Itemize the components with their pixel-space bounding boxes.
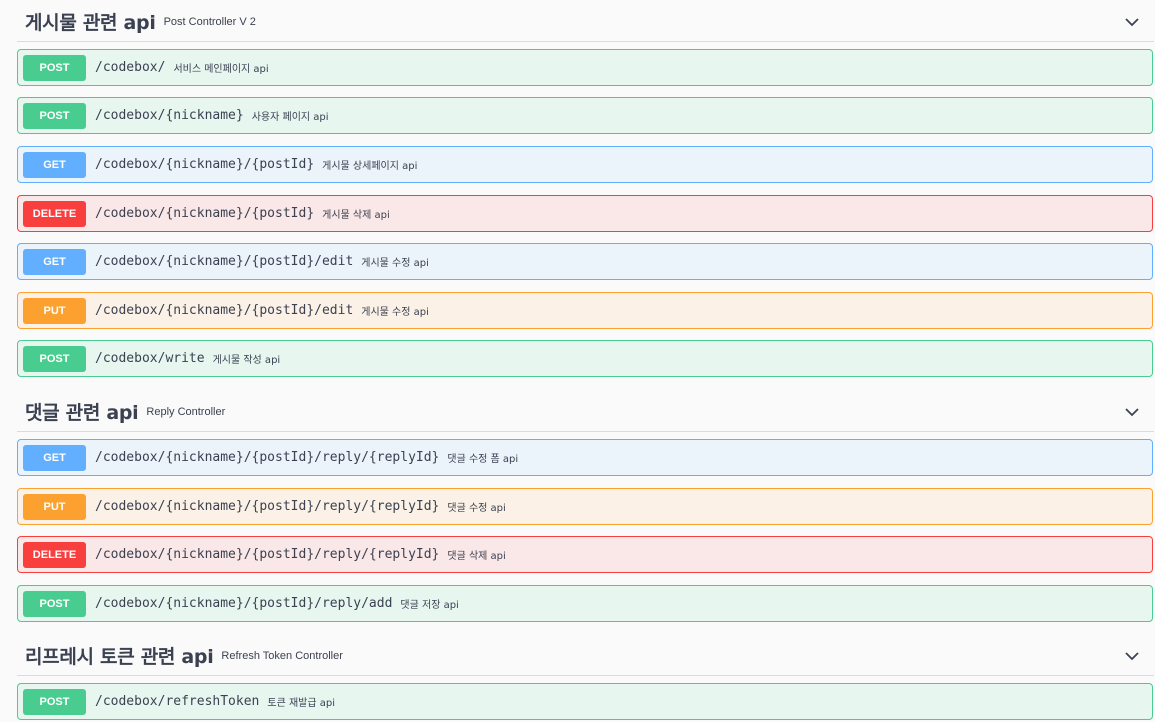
operation-summary: 댓글 삭제 api <box>447 551 506 562</box>
operation-summary: 게시물 수정 api <box>361 307 429 318</box>
section-header[interactable]: 게시물 관련 api Post Controller V 2 <box>17 2 1154 42</box>
operation-row[interactable]: POST /codebox/refreshToken 토큰 재발급 api <box>17 683 1153 720</box>
method-badge: GET <box>23 151 86 178</box>
method-badge: POST <box>23 102 86 129</box>
operation-summary: 댓글 수정 폼 api <box>447 454 519 465</box>
operation-path: /codebox/{nickname}/{postId}/edit <box>95 254 354 269</box>
operation-row[interactable]: POST /codebox/{nickname} 사용자 페이지 api <box>17 97 1153 134</box>
section-description: Refresh Token Controller <box>221 649 343 662</box>
chevron-down-icon[interactable] <box>1124 648 1140 664</box>
section-description: Reply Controller <box>146 405 226 418</box>
method-badge: GET <box>23 444 86 471</box>
method-badge: POST <box>23 688 86 715</box>
section-description: Post Controller V 2 <box>163 15 256 28</box>
operation-row[interactable]: GET /codebox/{nickname}/{postId} 게시물 상세페… <box>17 146 1153 183</box>
method-badge: GET <box>23 248 86 275</box>
operation-row[interactable]: POST /codebox/{nickname}/{postId}/reply/… <box>17 585 1153 622</box>
operation-path: /codebox/{nickname}/{postId}/edit <box>95 303 354 318</box>
operation-summary: 토큰 재발급 api <box>267 698 335 709</box>
operation-row[interactable]: GET /codebox/{nickname}/{postId}/edit 게시… <box>17 243 1153 280</box>
operation-path: /codebox/{nickname}/{postId}/reply/{repl… <box>95 547 440 562</box>
method-badge: DELETE <box>23 200 86 227</box>
method-badge: POST <box>23 345 86 372</box>
operation-summary: 서비스 메인페이지 api <box>173 64 269 75</box>
method-badge: POST <box>23 54 86 81</box>
operation-summary: 게시물 수정 api <box>361 258 429 269</box>
operation-path: /codebox/refreshToken <box>95 694 260 709</box>
operation-row[interactable]: PUT /codebox/{nickname}/{postId}/reply/{… <box>17 488 1153 525</box>
chevron-down-icon[interactable] <box>1124 404 1140 420</box>
section-refresh-token-api: 리프레시 토큰 관련 api Refresh Token Controller <box>0 636 1155 676</box>
operation-summary: 게시물 삭제 api <box>322 210 390 221</box>
section-title: 게시물 관련 api <box>25 12 156 34</box>
section-post-api: 게시물 관련 api Post Controller V 2 <box>0 0 1155 42</box>
section-header[interactable]: 리프레시 토큰 관련 api Refresh Token Controller <box>17 636 1154 676</box>
operation-path: /codebox/{nickname}/{postId}/reply/{repl… <box>95 450 440 465</box>
operation-row[interactable]: GET /codebox/{nickname}/{postId}/reply/{… <box>17 439 1153 476</box>
operation-row[interactable]: DELETE /codebox/{nickname}/{postId} 게시물 … <box>17 195 1153 232</box>
operation-path: /codebox/{nickname}/{postId} <box>95 206 315 221</box>
operation-row[interactable]: PUT /codebox/{nickname}/{postId}/edit 게시… <box>17 292 1153 329</box>
operation-summary: 사용자 페이지 api <box>251 112 329 123</box>
operation-path: /codebox/{nickname}/{postId}/reply/add <box>95 596 393 611</box>
operation-path: /codebox/{nickname}/{postId} <box>95 157 315 172</box>
method-badge: PUT <box>23 297 86 324</box>
operation-summary: 댓글 수정 api <box>447 503 506 514</box>
operation-summary: 게시물 작성 api <box>212 355 281 366</box>
operation-summary: 게시물 상세페이지 api <box>322 161 418 172</box>
section-reply-api: 댓글 관련 api Reply Controller <box>0 392 1155 432</box>
operation-row[interactable]: POST /codebox/ 서비스 메인페이지 api <box>17 49 1153 86</box>
method-badge: POST <box>23 590 86 617</box>
operation-path: /codebox/{nickname} <box>95 108 244 123</box>
operation-row[interactable]: DELETE /codebox/{nickname}/{postId}/repl… <box>17 536 1153 573</box>
operation-path: /codebox/ <box>95 60 166 75</box>
section-title: 댓글 관련 api <box>25 402 139 424</box>
operation-path: /codebox/write <box>95 351 205 366</box>
section-header[interactable]: 댓글 관련 api Reply Controller <box>17 392 1154 432</box>
operation-row[interactable]: POST /codebox/write 게시물 작성 api <box>17 340 1153 377</box>
section-title: 리프레시 토큰 관련 api <box>25 646 214 668</box>
operation-summary: 댓글 저장 api <box>400 600 459 611</box>
method-badge: PUT <box>23 493 86 520</box>
operation-path: /codebox/{nickname}/{postId}/reply/{repl… <box>95 499 440 514</box>
chevron-down-icon[interactable] <box>1124 14 1140 30</box>
method-badge: DELETE <box>23 541 86 568</box>
